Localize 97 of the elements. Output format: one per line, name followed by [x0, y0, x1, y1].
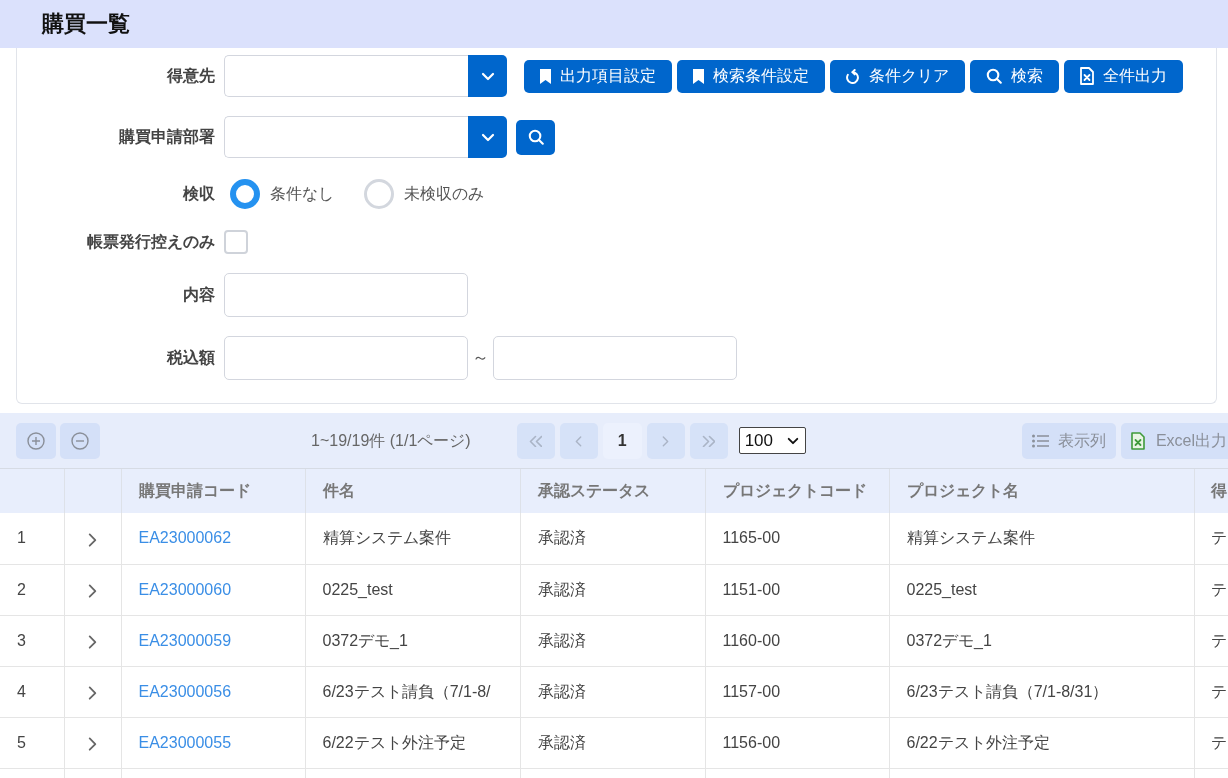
- chevron-right-icon[interactable]: [88, 582, 97, 598]
- radio-option[interactable]: 条件なし: [230, 179, 334, 209]
- combo-field[interactable]: [224, 55, 468, 97]
- chevron-down-icon: [480, 71, 495, 81]
- field-label: 帳票発行控えのみ: [86, 232, 215, 252]
- table-cell: 1151-00: [705, 564, 889, 615]
- chevron-left-icon: [575, 434, 583, 447]
- table-cell: 6/22テスト外注予定: [305, 717, 520, 768]
- radio-option[interactable]: 未検収のみ: [364, 179, 484, 209]
- field-label: 検収: [182, 184, 215, 204]
- row-number: 3: [0, 615, 64, 666]
- plus-circle-icon: [27, 431, 45, 450]
- minus-button[interactable]: [60, 422, 100, 459]
- action-button[interactable]: 全件出力: [1064, 59, 1183, 93]
- minus-circle-icon: [71, 431, 89, 450]
- checkbox[interactable]: [224, 230, 248, 254]
- column-header[interactable]: 購買申請コード: [121, 469, 305, 513]
- table-cell: 1160-00: [705, 615, 889, 666]
- dropdown-button[interactable]: [468, 55, 507, 97]
- row-number: 1: [0, 513, 64, 564]
- column-header[interactable]: 得: [1194, 469, 1228, 513]
- chevron-right-icon[interactable]: [88, 633, 97, 649]
- bookmark-icon: [693, 68, 704, 84]
- chevron-right-icon[interactable]: [88, 684, 97, 700]
- bookmark-icon: [540, 68, 551, 84]
- plus-button[interactable]: [16, 422, 56, 459]
- chevron-right-icon[interactable]: [88, 531, 97, 547]
- table-cell: 承認済: [520, 513, 705, 564]
- code-link[interactable]: EA23000056: [138, 682, 232, 700]
- page-summary: 1~19/19件 (1/1ページ): [311, 430, 471, 451]
- table-cell: 0225_test: [305, 564, 520, 615]
- range-to-field[interactable]: [493, 336, 737, 380]
- code-link[interactable]: EA23000062: [138, 529, 232, 547]
- table-cell: 6/23テスト請負（7/1-8/: [305, 666, 520, 717]
- circular-arrow-icon: [846, 68, 860, 84]
- field-label: 税込額: [165, 348, 215, 368]
- code-link[interactable]: EA23000060: [138, 580, 232, 598]
- row-number: 4: [0, 666, 64, 717]
- table-cell: テ: [1194, 615, 1228, 666]
- combo-field[interactable]: [224, 116, 468, 158]
- action-button[interactable]: 条件クリア: [830, 59, 965, 93]
- table-cell: 承認済: [520, 564, 705, 615]
- table-cell: テ: [1194, 666, 1228, 717]
- table-cell: 1165-00: [705, 513, 889, 564]
- double-chevron-right-icon: [702, 434, 716, 447]
- page-size-select[interactable]: 100: [738, 427, 806, 454]
- chevron-right-icon[interactable]: [88, 735, 97, 751]
- table-cell: 6/23テスト請負（7/1-8/31）: [889, 666, 1194, 717]
- list-icon: [1031, 433, 1049, 448]
- action-button[interactable]: 検索: [970, 59, 1059, 93]
- table-cell: 0372デモ_1: [889, 615, 1194, 666]
- field-label: 得意先: [166, 66, 215, 86]
- radio-icon[interactable]: [230, 179, 260, 209]
- column-header[interactable]: プロジェクト名: [889, 469, 1194, 513]
- table-cell: 1157-00: [705, 666, 889, 717]
- table-cell: 承認済: [520, 717, 705, 768]
- chevron-right-icon: [662, 434, 670, 447]
- table-cell: 1156-00: [705, 717, 889, 768]
- file-x-icon: [1080, 67, 1094, 85]
- search-icon: [527, 129, 544, 145]
- page-button[interactable]: 1: [602, 422, 642, 459]
- search-icon: [986, 68, 1002, 84]
- row-number: 5: [0, 717, 64, 768]
- column-header[interactable]: プロジェクトコード: [705, 469, 889, 513]
- table-cell: 精算システム案件: [889, 513, 1194, 564]
- field-label: 購買申請部署: [118, 127, 215, 147]
- spreadsheet-file-icon: [1130, 431, 1145, 450]
- table-cell: テ: [1194, 564, 1228, 615]
- toolbar-button[interactable]: 表示列: [1021, 422, 1116, 459]
- table-cell: 承認済: [520, 615, 705, 666]
- table-cell: テ: [1194, 513, 1228, 564]
- field-label: 内容: [182, 285, 215, 305]
- column-header[interactable]: 件名: [305, 469, 520, 513]
- search-button[interactable]: [516, 119, 555, 155]
- table-cell: 6/22テスト外注予定: [889, 717, 1194, 768]
- code-link[interactable]: EA23000055: [138, 733, 232, 751]
- table-cell: 承認済: [520, 666, 705, 717]
- range-separator: ～: [471, 347, 490, 370]
- toolbar-button[interactable]: Excel出力: [1120, 422, 1228, 459]
- code-link[interactable]: EA23000059: [138, 631, 232, 649]
- chevron-down-icon: [480, 132, 495, 142]
- row-number: 2: [0, 564, 64, 615]
- table-cell: 精算システム案件: [305, 513, 520, 564]
- first-page-button[interactable]: [516, 422, 555, 459]
- table-cell: 0225_test: [889, 564, 1194, 615]
- text-field[interactable]: [224, 273, 468, 317]
- chevron-down-icon: [786, 436, 799, 445]
- column-header[interactable]: 承認ステータス: [520, 469, 705, 513]
- last-page-button[interactable]: [689, 422, 728, 459]
- double-chevron-left-icon: [529, 434, 543, 447]
- page-title: 購買一覧: [42, 10, 130, 38]
- action-button[interactable]: 出力項目設定: [524, 59, 672, 93]
- range-from-field[interactable]: [224, 336, 468, 380]
- dropdown-button[interactable]: [468, 116, 507, 158]
- table-cell: 0372デモ_1: [305, 615, 520, 666]
- action-button[interactable]: 検索条件設定: [677, 59, 825, 93]
- table-cell: テ: [1194, 717, 1228, 768]
